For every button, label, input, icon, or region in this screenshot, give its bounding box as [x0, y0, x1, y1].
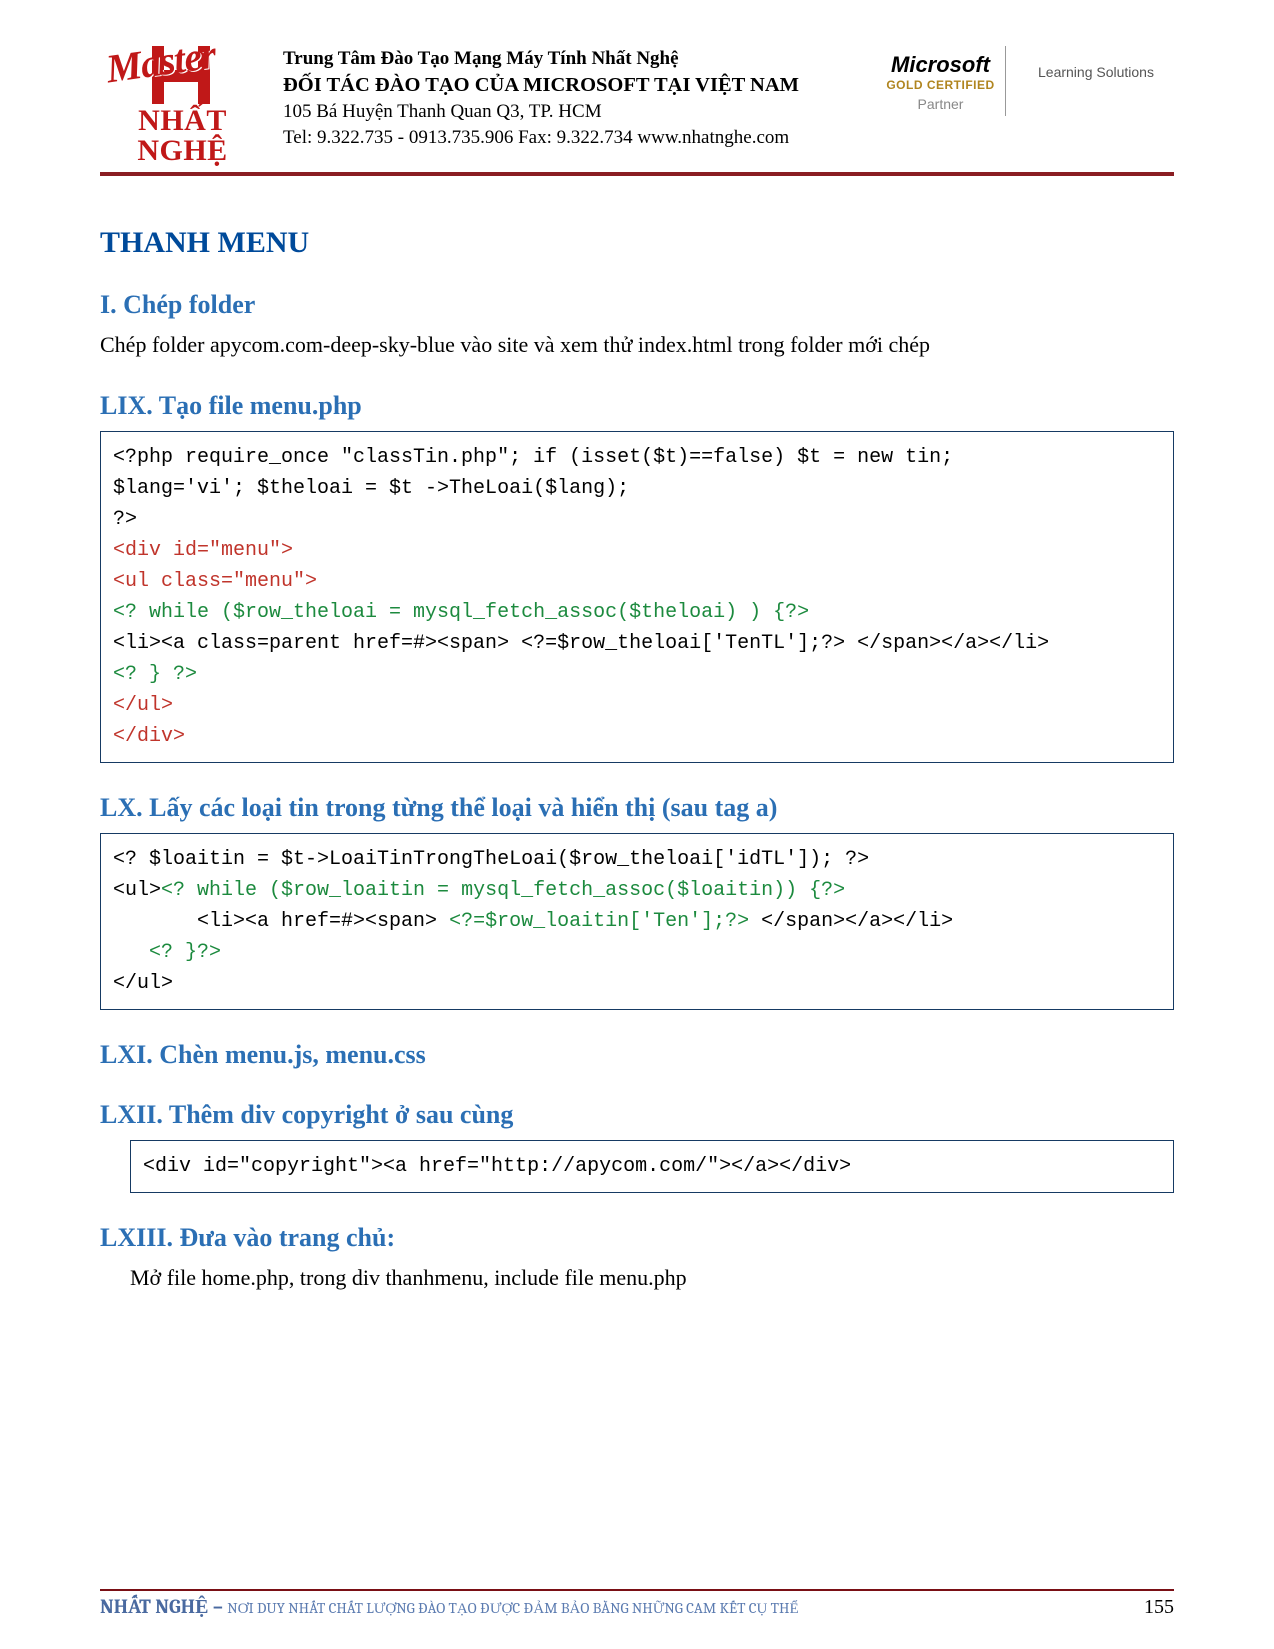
page: Master NHẤT NGHỆ Trung Tâm Đào Tạo Mạng …: [0, 0, 1274, 1649]
section-body-lxiii: Mở file home.php, trong div thanhmenu, i…: [130, 1263, 1174, 1294]
section-heading-1: I. Chép folder: [100, 290, 1174, 320]
footer-text: NHẤT NGHỆ – NƠI DUY NHẤT CHẤT LƯỢNG ĐÀO …: [100, 1595, 799, 1619]
code-block-menu-php: <?php require_once "classTin.php"; if (i…: [100, 431, 1174, 763]
logo: Master NHẤT NGHỆ: [100, 40, 265, 166]
org-contact: Tel: 9.322.735 - 0913.735.906 Fax: 9.322…: [283, 125, 868, 151]
learning-solutions-label: Learning Solutions: [1024, 40, 1174, 80]
page-footer: NHẤT NGHỆ – NƠI DUY NHẤT CHẤT LƯỢNG ĐÀO …: [100, 1589, 1174, 1619]
microsoft-badge: Microsoft GOLD CERTIFIED Partner: [886, 46, 1006, 116]
section-heading-lx: LX. Lấy các loại tin trong từng thể loại…: [100, 793, 1174, 823]
letterhead: Master NHẤT NGHỆ Trung Tâm Đào Tạo Mạng …: [100, 40, 1174, 176]
page-title: THANH MENU: [100, 226, 1174, 260]
org-address: 105 Bá Huyện Thanh Quan Q3, TP. HCM: [283, 99, 868, 125]
header-text: Trung Tâm Đào Tạo Mạng Máy Tính Nhất Ngh…: [283, 40, 868, 151]
section-heading-lxiii: LXIII. Đưa vào trang chủ:: [100, 1223, 1174, 1253]
gold-certified-label: GOLD CERTIFIED: [886, 78, 995, 92]
code-block-copyright: <div id="copyright"><a href="http://apyc…: [130, 1140, 1174, 1193]
org-subtitle: ĐỐI TÁC ĐÀO TẠO CỦA MICROSOFT TẠI VIỆT N…: [283, 72, 868, 100]
section-heading-lxii: LXII. Thêm div copyright ở sau cùng: [100, 1100, 1174, 1130]
page-number: 155: [1144, 1596, 1174, 1619]
microsoft-logo: Microsoft: [886, 52, 995, 78]
logo-text: NHẤT NGHỆ: [100, 106, 265, 166]
org-name: Trung Tâm Đào Tạo Mạng Máy Tính Nhất Ngh…: [283, 46, 868, 72]
section-heading-lix: LIX. Tạo file menu.php: [100, 391, 1174, 421]
section-heading-lxi: LXI. Chèn menu.js, menu.css: [100, 1040, 1174, 1070]
partner-label: Partner: [886, 96, 995, 112]
section-body-1: Chép folder apycom.com-deep-sky-blue vào…: [100, 330, 1174, 361]
code-block-loaitin: <? $loaitin = $t->LoaiTinTrongTheLoai($r…: [100, 833, 1174, 1010]
